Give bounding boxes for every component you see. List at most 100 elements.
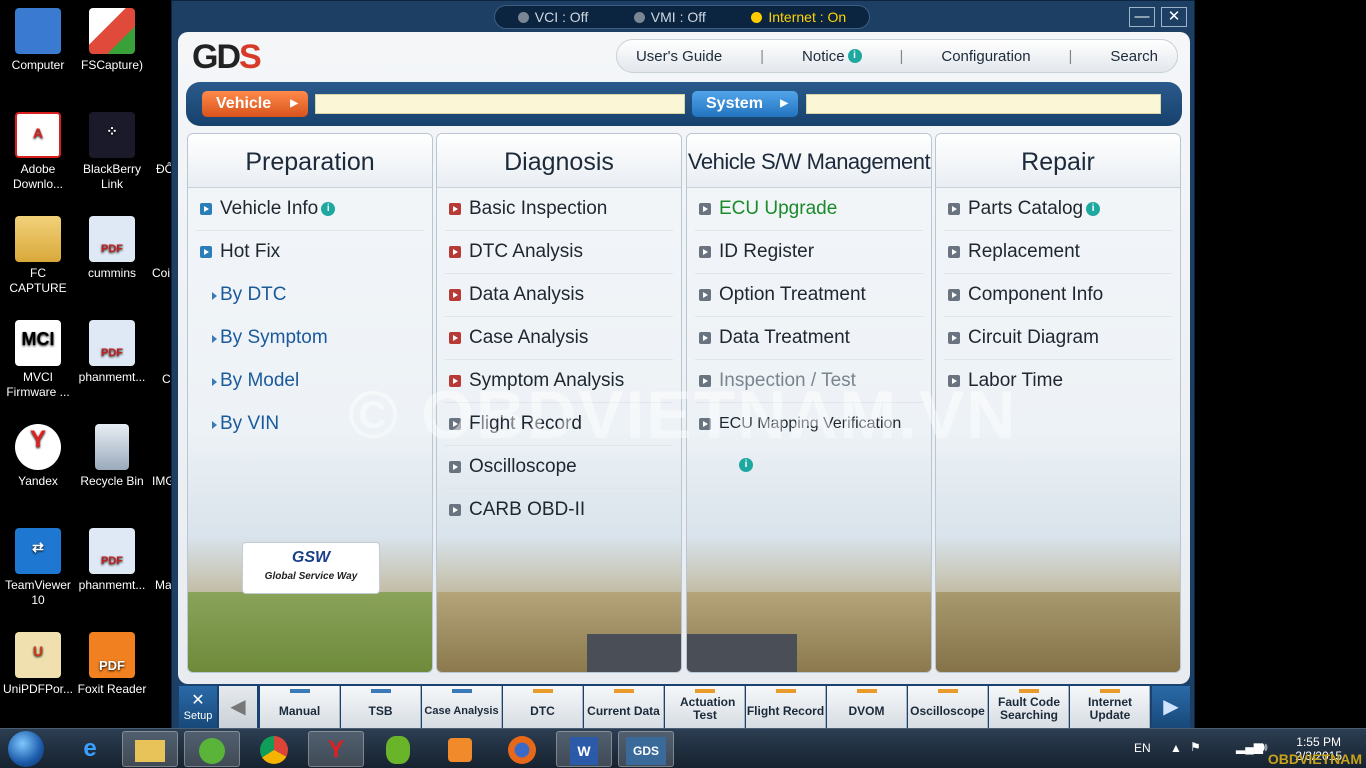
menu-item-id-register[interactable]: ID Register bbox=[695, 231, 923, 274]
menu-item-component-info[interactable]: Component Info bbox=[944, 274, 1172, 317]
unipdf-icon: U bbox=[15, 632, 61, 678]
indicator-icon bbox=[937, 689, 958, 693]
menu-item-basic-inspection[interactable]: Basic Inspection bbox=[445, 188, 673, 231]
toolbar-manual-button[interactable]: Manual bbox=[260, 686, 340, 729]
menu-item-data-analysis[interactable]: Data Analysis bbox=[445, 274, 673, 317]
configuration-link[interactable]: Configuration bbox=[941, 48, 1030, 65]
toolbar-current-data-button[interactable]: Current Data bbox=[584, 686, 664, 729]
toolbar-dtc-button[interactable]: DTC bbox=[503, 686, 583, 729]
green-app-icon[interactable] bbox=[184, 731, 240, 767]
flag-icon[interactable]: ⚑ bbox=[1190, 740, 1201, 754]
desktop-icon-label: BlackBerry Link bbox=[82, 162, 141, 191]
gsw-logo-button[interactable]: GSW Global Service Way bbox=[242, 542, 380, 594]
toolbar-actuation-test-button[interactable]: Actuation Test bbox=[665, 686, 745, 729]
chrome-icon[interactable] bbox=[246, 731, 302, 767]
gsw-logo: GSW bbox=[291, 549, 331, 566]
menu-item-carb-obd2[interactable]: CARB OBD-II bbox=[445, 489, 673, 532]
toolbar-dvom-button[interactable]: DVOM bbox=[827, 686, 907, 729]
menu-item-by-symptom[interactable]: By Symptom bbox=[196, 317, 424, 360]
adobe-icon: A bbox=[15, 112, 61, 158]
desktop-icon-fc-capture[interactable]: FC CAPTURE bbox=[0, 208, 76, 296]
language-indicator[interactable]: EN bbox=[1134, 741, 1151, 755]
folder-icon bbox=[15, 216, 61, 262]
start-button[interactable] bbox=[8, 731, 44, 767]
desktop-icon-phanmem-2[interactable]: PDF phanmemt... bbox=[74, 520, 150, 593]
system-button[interactable]: System ▶ bbox=[692, 91, 798, 117]
desktop-icon-mvci[interactable]: MCI MVCI Firmware ... bbox=[0, 312, 76, 400]
menu-separator: | bbox=[760, 47, 765, 65]
toolbar-internet-update-button[interactable]: Internet Update bbox=[1070, 686, 1150, 729]
system-field[interactable] bbox=[806, 94, 1161, 114]
scroll-left-button[interactable]: ◀ bbox=[219, 686, 257, 729]
menu-item-data-treatment[interactable]: Data Treatment bbox=[695, 317, 923, 360]
desktop-icon-yandex[interactable]: Y Yandex bbox=[0, 416, 76, 489]
desktop-icon-teamviewer[interactable]: ⇄ TeamViewer 10 bbox=[0, 520, 76, 608]
toolbar-oscilloscope-button[interactable]: Oscilloscope bbox=[908, 686, 988, 729]
vehicle-field[interactable] bbox=[315, 94, 685, 114]
desktop-icon-unipdf[interactable]: U UniPDFPor... bbox=[0, 624, 76, 697]
menu-item-dtc-analysis[interactable]: DTC Analysis bbox=[445, 231, 673, 274]
bullet-icon bbox=[449, 504, 461, 516]
file-explorer-icon[interactable] bbox=[122, 731, 178, 767]
gds-window: VCI : Off VMI : Off Internet : On — ✕ GD… bbox=[171, 0, 1195, 730]
menu-separator: | bbox=[899, 47, 904, 65]
network-icon[interactable]: ▂▄▆ bbox=[1236, 740, 1263, 754]
info-icon[interactable]: i bbox=[1086, 202, 1101, 216]
desktop-icon-label: FSCapture) bbox=[80, 58, 144, 72]
menu-item-ecu-upgrade[interactable]: ECU Upgrade bbox=[695, 188, 923, 231]
bullet-icon bbox=[200, 246, 212, 258]
parrot-icon[interactable] bbox=[370, 731, 426, 767]
toolbar-flight-record-button[interactable]: Flight Record bbox=[746, 686, 826, 729]
desktop-icon-phanmem-1[interactable]: PDF phanmemt... bbox=[74, 312, 150, 385]
bullet-icon bbox=[449, 461, 461, 473]
menu-item-hot-fix[interactable]: Hot Fix bbox=[196, 231, 424, 274]
notice-link[interactable]: Notice i bbox=[802, 48, 862, 65]
menu-item-case-analysis[interactable]: Case Analysis bbox=[445, 317, 673, 360]
word-icon[interactable]: W bbox=[556, 731, 612, 767]
desktop-icon-adobe[interactable]: A Adobe Downlo... bbox=[0, 104, 76, 192]
vehicle-sw-title: Vehicle S/W Management bbox=[687, 134, 931, 188]
menu-item-vehicle-info[interactable]: Vehicle Info i bbox=[196, 188, 424, 231]
info-icon[interactable]: i bbox=[321, 202, 336, 216]
desktop-icon-foxit[interactable]: PDF Foxit Reader bbox=[74, 624, 150, 697]
desktop-icon-cummins[interactable]: PDF cummins bbox=[74, 208, 150, 281]
menu-item-replacement[interactable]: Replacement bbox=[944, 231, 1172, 274]
info-icon[interactable]: i bbox=[739, 458, 753, 472]
landscape-image bbox=[936, 592, 1180, 672]
desktop-icon-recycle-bin[interactable]: Recycle Bin bbox=[74, 416, 150, 489]
scroll-right-button[interactable]: ▶ bbox=[1152, 686, 1190, 729]
minimize-button[interactable]: — bbox=[1129, 7, 1155, 27]
menu-item-circuit-diagram[interactable]: Circuit Diagram bbox=[944, 317, 1172, 360]
arrow-right-icon: ▶ bbox=[780, 98, 788, 109]
tray-arrow-icon[interactable]: ▲ bbox=[1170, 741, 1182, 755]
toolbar-fault-code-searching-button[interactable]: Fault Code Searching bbox=[989, 686, 1069, 729]
firefox-icon[interactable] bbox=[494, 731, 550, 767]
volume-icon[interactable]: 🔊︎ bbox=[1260, 740, 1268, 755]
internet-explorer-icon[interactable]: e bbox=[62, 731, 118, 767]
pdf-icon: PDF bbox=[89, 216, 135, 262]
setup-button[interactable]: ✕ Setup bbox=[179, 686, 217, 729]
desktop-icon-computer[interactable]: Computer bbox=[0, 0, 76, 73]
preparation-title: Preparation bbox=[188, 134, 432, 188]
desktop-icon-blackberry[interactable]: ⁘ BlackBerry Link bbox=[74, 104, 150, 192]
menu-item-option-treatment[interactable]: Option Treatment bbox=[695, 274, 923, 317]
users-guide-link[interactable]: User's Guide bbox=[636, 48, 722, 65]
close-button[interactable]: ✕ bbox=[1161, 7, 1187, 27]
yandex-icon[interactable]: Y bbox=[308, 731, 364, 767]
diagnosis-title: Diagnosis bbox=[437, 134, 681, 188]
search-link[interactable]: Search bbox=[1110, 48, 1158, 65]
status-dot-icon bbox=[517, 12, 529, 23]
caret-right-icon bbox=[212, 378, 217, 386]
repair-title: Repair bbox=[936, 134, 1180, 188]
toolbar-tsb-button[interactable]: TSB bbox=[341, 686, 421, 729]
watermark: © OBDVIETNAM.VN bbox=[348, 377, 1018, 453]
gds-icon[interactable]: GDS bbox=[618, 731, 674, 767]
desktop-icon-label: MVCI Firmware ... bbox=[6, 370, 70, 399]
desktop-icon-fscapture[interactable]: FSCapture) bbox=[74, 0, 150, 73]
menu-item-parts-catalog[interactable]: Parts Catalog i bbox=[944, 188, 1172, 231]
toolbar-case-analysis-button[interactable]: Case Analysis bbox=[422, 686, 502, 729]
vehicle-button[interactable]: Vehicle ▶ bbox=[202, 91, 308, 117]
bullet-icon bbox=[948, 332, 960, 344]
menu-item-by-dtc[interactable]: By DTC bbox=[196, 274, 424, 317]
media-player-icon[interactable] bbox=[432, 731, 488, 767]
